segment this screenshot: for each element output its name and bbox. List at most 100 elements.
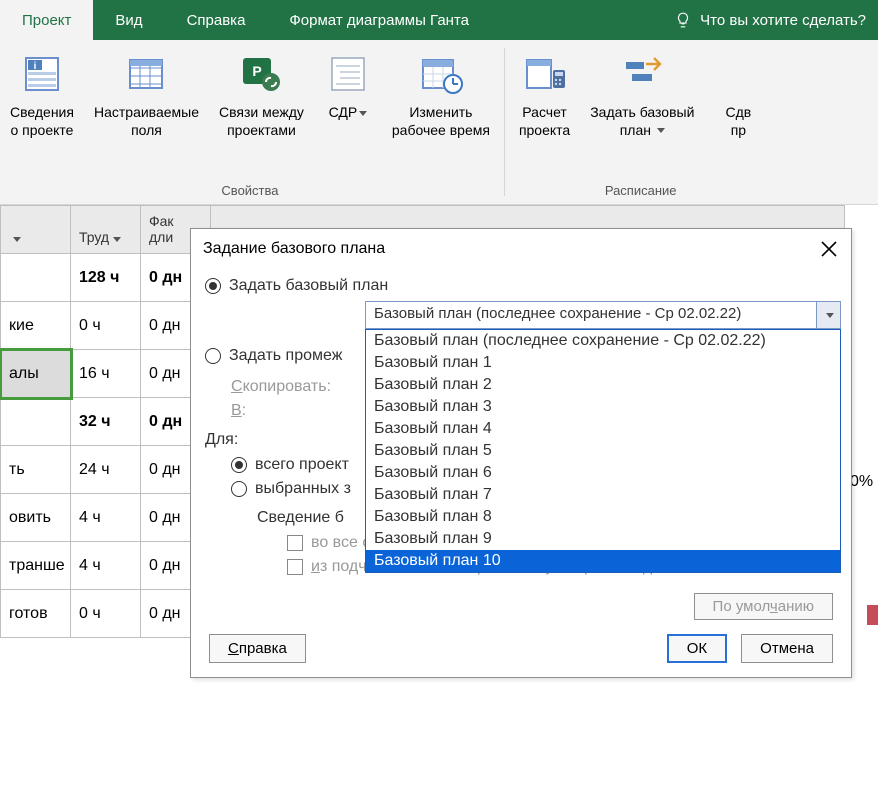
label: Задать базовый (590, 104, 694, 122)
cell-work[interactable]: 4 ч (71, 494, 141, 542)
cell-task-name[interactable] (1, 398, 71, 446)
svg-text:P: P (253, 63, 262, 79)
label: поля (131, 122, 162, 140)
label: Сдв (726, 104, 752, 122)
separator (504, 48, 505, 196)
close-icon[interactable] (819, 239, 839, 259)
combo-item[interactable]: Базовый план (последнее сохранение - Ср … (366, 330, 840, 352)
tab-help[interactable]: Справка (165, 0, 268, 40)
cell-task-name[interactable]: ть (1, 446, 71, 494)
lightbulb-icon (674, 11, 692, 29)
label: СДР (329, 104, 358, 120)
cell-work[interactable]: 32 ч (71, 398, 141, 446)
checkbox-from-subtasks[interactable] (287, 559, 303, 575)
cell-task-name[interactable] (1, 254, 71, 302)
cell-work[interactable]: 4 ч (71, 542, 141, 590)
radio-set-baseline[interactable] (205, 278, 221, 294)
cancel-button[interactable]: Отмена (741, 634, 833, 663)
ribbon-body: i Сведения о проекте Настраиваемые поля … (0, 40, 878, 205)
default-button[interactable]: По умолчанию (694, 593, 833, 620)
radio-set-interim[interactable] (205, 348, 221, 364)
set-baseline-button[interactable]: Задать базовый план (580, 44, 704, 183)
outline-icon (326, 52, 370, 96)
combo-dropdown-button[interactable] (816, 302, 840, 328)
cell-work[interactable]: 0 ч (71, 590, 141, 638)
custom-fields-button[interactable]: Настраиваемые поля (84, 44, 209, 183)
ribbon-group-schedule: Расчет проекта Задать базовый план Сдв п… (509, 40, 772, 204)
calculate-project-button[interactable]: Расчет проекта (509, 44, 580, 183)
combo-item[interactable]: Базовый план 4 (366, 418, 840, 440)
radio-set-interim-label: Задать промеж (229, 347, 342, 365)
combo-selected-text: Базовый план (последнее сохранение - Ср … (366, 302, 816, 328)
gantt-bar-fragment (867, 605, 878, 625)
cell-work[interactable]: 128 ч (71, 254, 141, 302)
row-header-cell[interactable] (1, 206, 71, 254)
radio-selected-tasks-label: выбранных з (255, 480, 351, 498)
combo-item[interactable]: Базовый план 1 (366, 352, 840, 374)
chevron-down-icon (826, 313, 834, 318)
combo-item[interactable]: Базовый план 7 (366, 484, 840, 506)
radio-set-baseline-label: Задать базовый план (229, 277, 388, 295)
combo-item[interactable]: Базовый план 8 (366, 506, 840, 528)
checkbox-to-all-summary[interactable] (287, 535, 303, 551)
label: Настраиваемые (94, 104, 199, 122)
chevron-down-icon (359, 111, 367, 116)
chevron-down-icon (657, 128, 665, 133)
ok-button[interactable]: ОК (667, 634, 727, 663)
tab-view[interactable]: Вид (93, 0, 164, 40)
project-info-button[interactable]: i Сведения о проекте (0, 44, 84, 183)
baseline-combo[interactable]: Базовый план (последнее сохранение - Ср … (365, 301, 837, 329)
into-label: В: (231, 402, 246, 420)
combo-item[interactable]: Базовый план 5 (366, 440, 840, 462)
group-label-properties: Свойства (221, 183, 278, 202)
radio-entire-project[interactable] (231, 457, 247, 473)
cell-work[interactable]: 16 ч (71, 350, 141, 398)
project-link-icon: P (239, 52, 283, 96)
move-project-button[interactable]: Сдв пр (704, 44, 772, 183)
ribbon-tabs: Проект Вид Справка Формат диаграммы Гант… (0, 0, 878, 40)
combo-item[interactable]: Базовый план 9 (366, 528, 840, 550)
cell-work[interactable]: 24 ч (71, 446, 141, 494)
label: Сведения (10, 104, 74, 122)
tab-project[interactable]: Проект (0, 0, 93, 40)
combo-item[interactable]: Базовый план 3 (366, 396, 840, 418)
label: проекта (519, 122, 570, 140)
cell-task-name[interactable]: овить (1, 494, 71, 542)
radio-entire-project-label: всего проект (255, 456, 349, 474)
cell-task-name[interactable]: кие (1, 302, 71, 350)
label: пр (731, 122, 746, 140)
set-baseline-dialog: Задание базового плана Задать базовый пл… (190, 228, 852, 678)
tab-gantt-format[interactable]: Формат диаграммы Ганта (267, 0, 491, 40)
baseline-icon (620, 52, 664, 96)
cell-work[interactable]: 0 ч (71, 302, 141, 350)
filter-icon[interactable] (9, 229, 21, 245)
info-sheet-icon: i (20, 52, 64, 96)
column-header-work[interactable]: Труд (71, 206, 141, 254)
label: план (620, 122, 651, 138)
grid-icon (124, 52, 168, 96)
help-button[interactable]: Справка (209, 634, 306, 663)
cell-task-name[interactable]: готов (1, 590, 71, 638)
label: о проекте (11, 122, 74, 140)
tell-me-search[interactable]: Что вы хотите сделать? (662, 0, 878, 40)
copy-label: Скопировать: (231, 378, 331, 396)
cell-task-name[interactable]: транше (1, 542, 71, 590)
wbs-button[interactable]: СДР (314, 44, 382, 183)
filter-icon[interactable] (109, 229, 121, 245)
change-working-time-button[interactable]: Изменить рабочее время (382, 44, 500, 183)
cell-task-name[interactable]: алы (1, 350, 71, 398)
checkbox-to-all-summary-label: во все с (311, 534, 370, 552)
group-label-schedule: Расписание (605, 183, 677, 202)
label: Связи между (219, 104, 304, 122)
dialog-title: Задание базового плана (203, 240, 385, 258)
links-between-projects-button[interactable]: P Связи между проектами (209, 44, 314, 183)
combo-item[interactable]: Базовый план 10 (366, 550, 840, 572)
label: Изменить (409, 104, 472, 122)
ribbon-group-properties: i Сведения о проекте Настраиваемые поля … (0, 40, 500, 204)
calculate-icon (523, 52, 567, 96)
combo-item[interactable]: Базовый план 2 (366, 374, 840, 396)
combo-listbox[interactable]: Базовый план (последнее сохранение - Ср … (365, 329, 841, 573)
combo-item[interactable]: Базовый план 6 (366, 462, 840, 484)
radio-selected-tasks[interactable] (231, 481, 247, 497)
label: проектами (227, 122, 296, 140)
